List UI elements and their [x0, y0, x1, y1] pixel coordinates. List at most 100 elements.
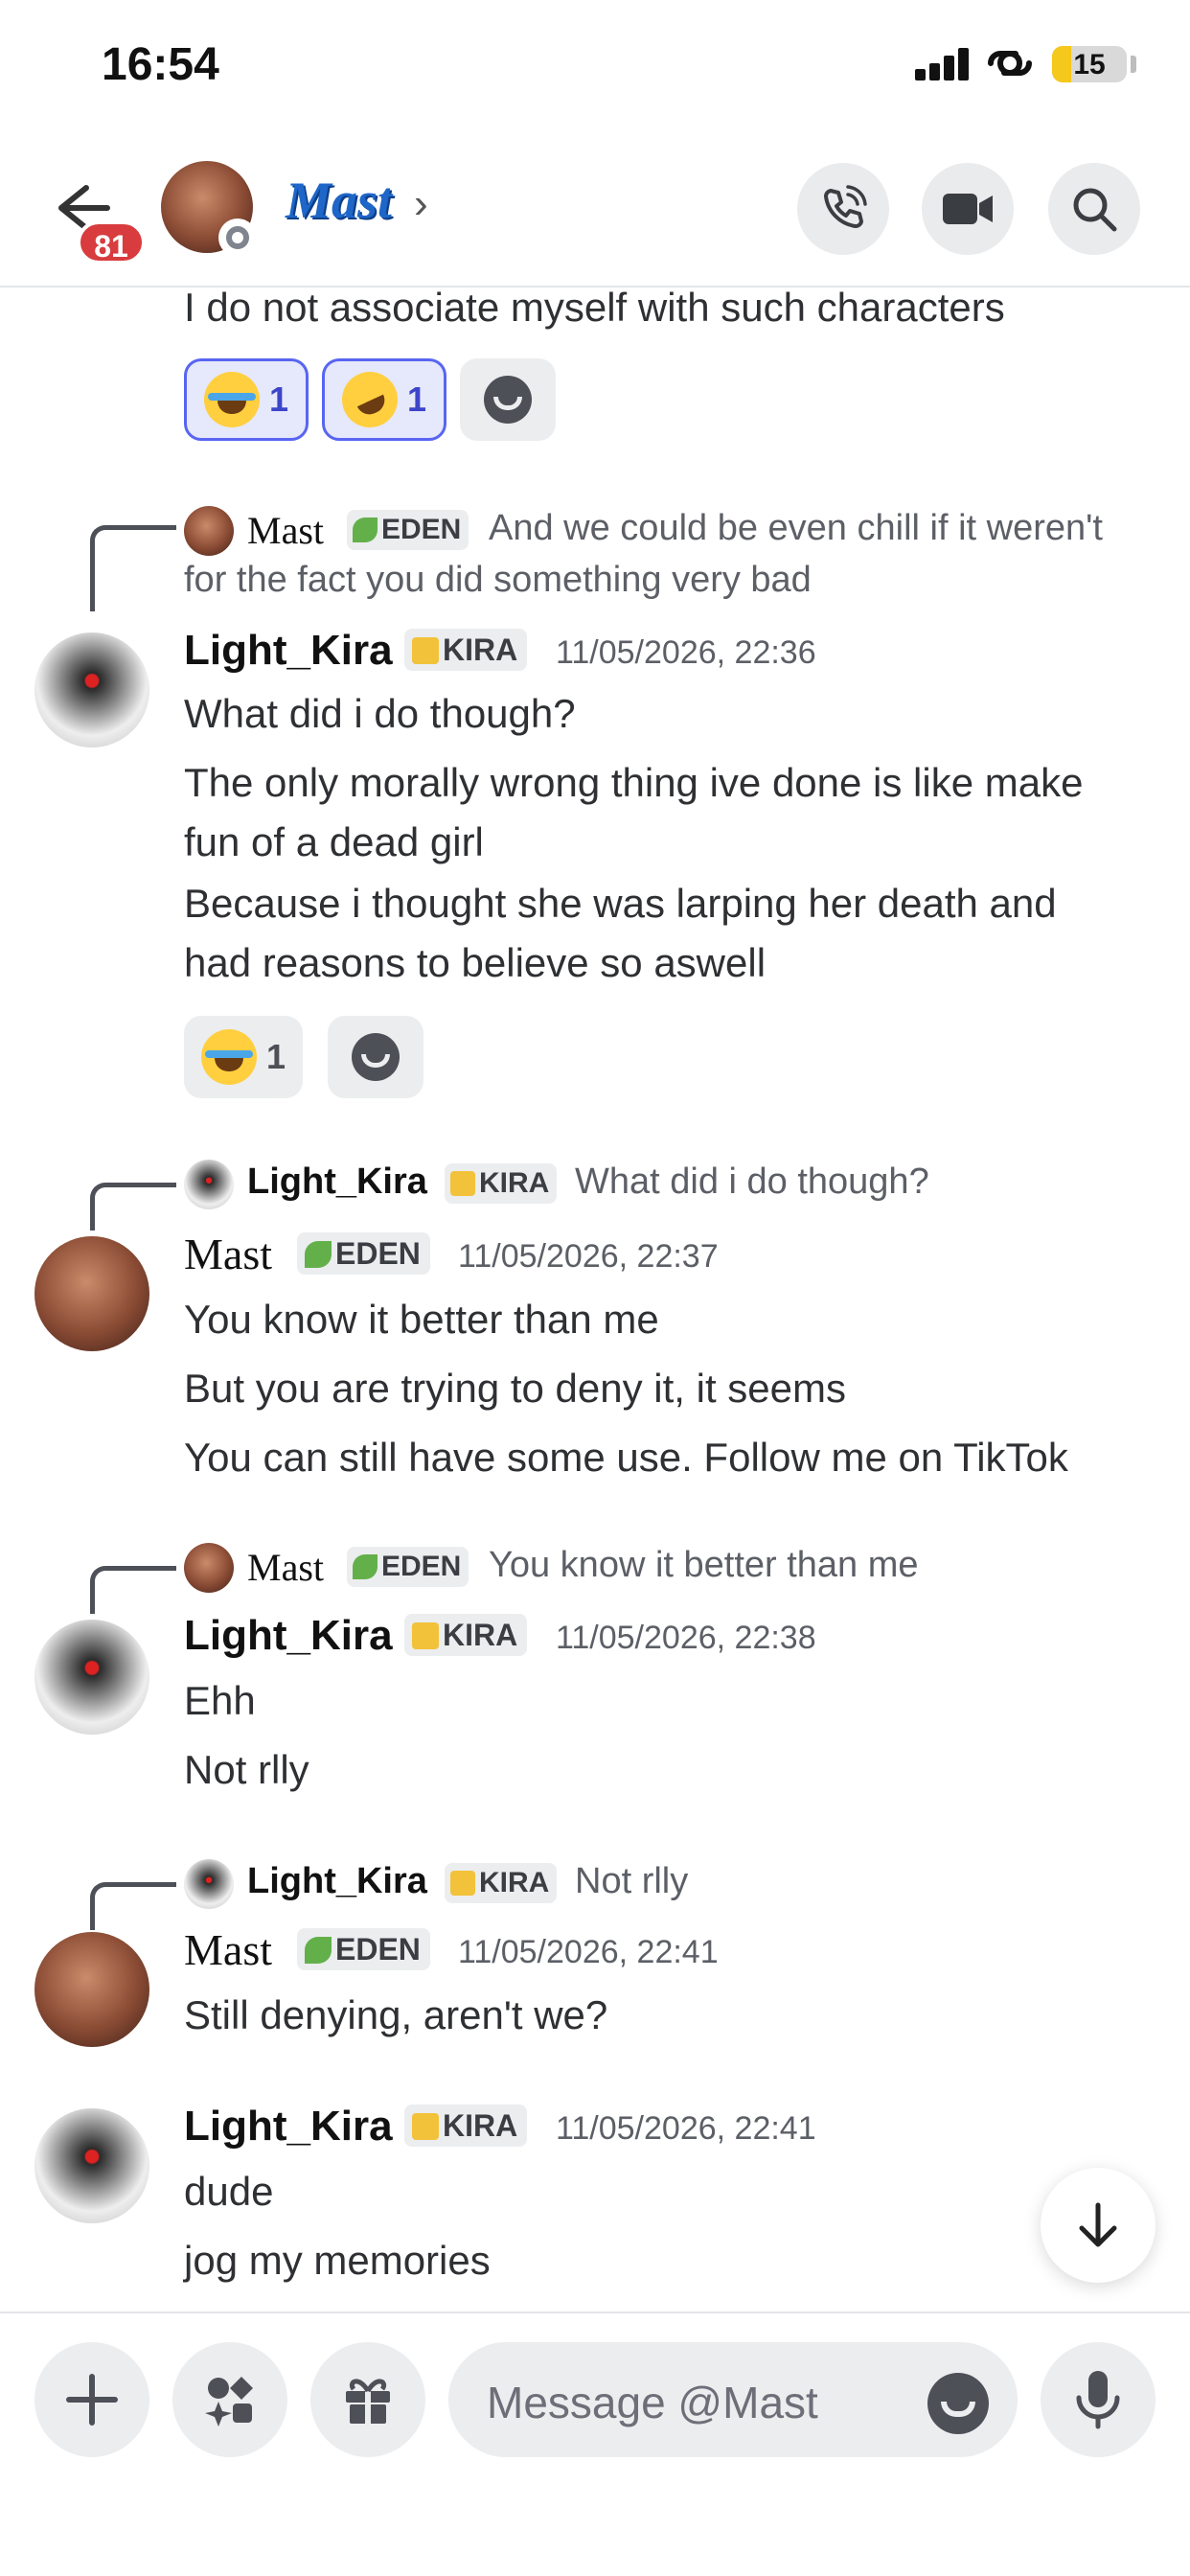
reply-author: Mast [247, 509, 324, 552]
message-text: You know it better than me [184, 1297, 659, 1342]
emoji-picker-icon[interactable] [927, 2373, 989, 2434]
battery-level: 15 [1073, 49, 1106, 80]
message-text: Not rlly [184, 1747, 309, 1792]
crown-icon [412, 2113, 439, 2140]
apps-button[interactable] [172, 2342, 287, 2457]
plus-icon [66, 2374, 118, 2426]
attach-button[interactable] [34, 2342, 149, 2457]
joy-emoji-icon [204, 372, 260, 427]
link-icon [988, 51, 1032, 76]
message-text: Ehh [184, 1678, 256, 1723]
reply-text-continued: for the fact you did something very bad [184, 560, 812, 600]
message-text: fun of a dead girl [184, 819, 484, 864]
avatar [184, 1160, 234, 1209]
reaction-joy[interactable]: 1 [184, 358, 309, 441]
avatar[interactable] [34, 2108, 149, 2223]
message-text: The only morally wrong thing ive done is… [184, 760, 1084, 805]
dm-user-name[interactable]: Mast [286, 171, 392, 230]
leaf-icon [305, 1241, 332, 1268]
rofl-emoji-icon [332, 362, 407, 437]
message-author[interactable]: Mast [184, 1924, 272, 1975]
voice-call-button[interactable] [797, 163, 889, 255]
reaction-rofl[interactable]: 1 [322, 358, 447, 441]
add-reaction-icon [352, 1033, 400, 1081]
avatar[interactable] [34, 1236, 149, 1351]
avatar[interactable] [34, 1932, 149, 2047]
message-input[interactable]: Message @Mast [448, 2342, 1018, 2457]
message-text: But you are trying to deny it, it seems [184, 1366, 846, 1411]
timestamp: 11/05/2026, 22:36 [556, 634, 816, 671]
add-reaction-button[interactable] [460, 358, 556, 441]
role-tag: KIRA [404, 1614, 528, 1656]
unread-badge: 81 [77, 220, 146, 264]
reply-preview[interactable]: Light_Kira KIRA What did i do though? [184, 1156, 1046, 1211]
role-tag: EDEN [297, 1232, 430, 1275]
crown-icon [412, 637, 439, 664]
leaf-icon [305, 1937, 332, 1964]
message-text: What did i do though? [184, 691, 576, 736]
timestamp: 11/05/2026, 22:38 [556, 1620, 816, 1656]
message-author[interactable]: Light_Kira [184, 1612, 393, 1660]
leaf-icon [353, 1554, 378, 1579]
message-author[interactable]: Light_Kira [184, 627, 393, 675]
message-text: dude [184, 2169, 274, 2214]
role-tag: KIRA [404, 2104, 528, 2147]
message-text: I do not associate myself with such char… [184, 288, 1005, 330]
chevron-right-icon[interactable]: › [414, 180, 428, 228]
message-list[interactable]: I do not associate myself with such char… [0, 288, 1190, 2310]
search-button[interactable] [1048, 163, 1140, 255]
add-reaction-button[interactable] [328, 1016, 423, 1098]
reply-text: Not rlly [575, 1861, 689, 1901]
avatar [184, 1859, 234, 1909]
reply-preview[interactable]: Mast EDEN And we could be even chill if … [184, 502, 1180, 558]
timestamp: 11/05/2026, 22:37 [458, 1238, 719, 1275]
dm-header: 81 Mast › [0, 134, 1190, 288]
status-time: 16:54 [102, 39, 219, 90]
microphone-icon [1076, 2371, 1120, 2429]
role-tag: EDEN [297, 1928, 430, 1970]
message-text: You can still have some use. Follow me o… [184, 1435, 1068, 1480]
role-tag: KIRA [445, 1863, 558, 1903]
search-icon [1073, 188, 1117, 232]
crown-icon [450, 1871, 475, 1896]
gift-button[interactable] [310, 2342, 425, 2457]
arrow-down-icon [1079, 2202, 1117, 2247]
reply-author: Light_Kira [247, 1162, 427, 1202]
reaction-sob[interactable]: 1 [184, 1016, 304, 1098]
leaf-icon [353, 518, 378, 542]
crown-icon [450, 1171, 475, 1196]
timestamp: 11/05/2026, 22:41 [458, 1934, 719, 1970]
gift-icon [346, 2379, 390, 2424]
reaction-count: 1 [407, 380, 427, 419]
message-author[interactable]: Light_Kira [184, 2103, 393, 2150]
reply-preview[interactable]: Mast EDEN You know it better than me [184, 1539, 1046, 1595]
avatar [184, 1543, 234, 1593]
avatar [184, 506, 234, 556]
video-camera-icon [943, 194, 993, 224]
avatar[interactable] [34, 1620, 149, 1735]
message-text: Because i thought she was larping her de… [184, 881, 1057, 926]
cellular-signal-icon [915, 48, 969, 80]
apps-icon [205, 2377, 253, 2426]
role-tag: KIRA [404, 629, 528, 671]
timestamp: 11/05/2026, 22:41 [556, 2110, 816, 2147]
voice-message-button[interactable] [1041, 2342, 1156, 2457]
reply-text: What did i do though? [575, 1162, 929, 1202]
battery-icon: 15 [1052, 46, 1127, 82]
reply-text: You know it better than me [489, 1545, 919, 1585]
video-call-button[interactable] [922, 163, 1014, 255]
jump-to-present-button[interactable] [1041, 2168, 1156, 2283]
role-tag: KIRA [445, 1163, 558, 1204]
status-bar: 16:54 15 [0, 0, 1190, 134]
reply-text: And we could be even chill if it weren't [489, 508, 1103, 548]
reply-preview[interactable]: Light_Kira KIRA Not rlly [184, 1855, 1046, 1911]
role-tag: EDEN [347, 1547, 469, 1587]
avatar[interactable] [34, 632, 149, 748]
message-author[interactable]: Mast [184, 1229, 272, 1279]
reaction-count: 1 [269, 380, 289, 419]
add-reaction-icon [484, 376, 532, 424]
message-input-placeholder: Message @Mast [487, 2378, 818, 2427]
offline-status-icon [218, 218, 257, 257]
message-text: had reasons to believe so aswell [184, 940, 767, 985]
reaction-count: 1 [266, 1037, 286, 1076]
